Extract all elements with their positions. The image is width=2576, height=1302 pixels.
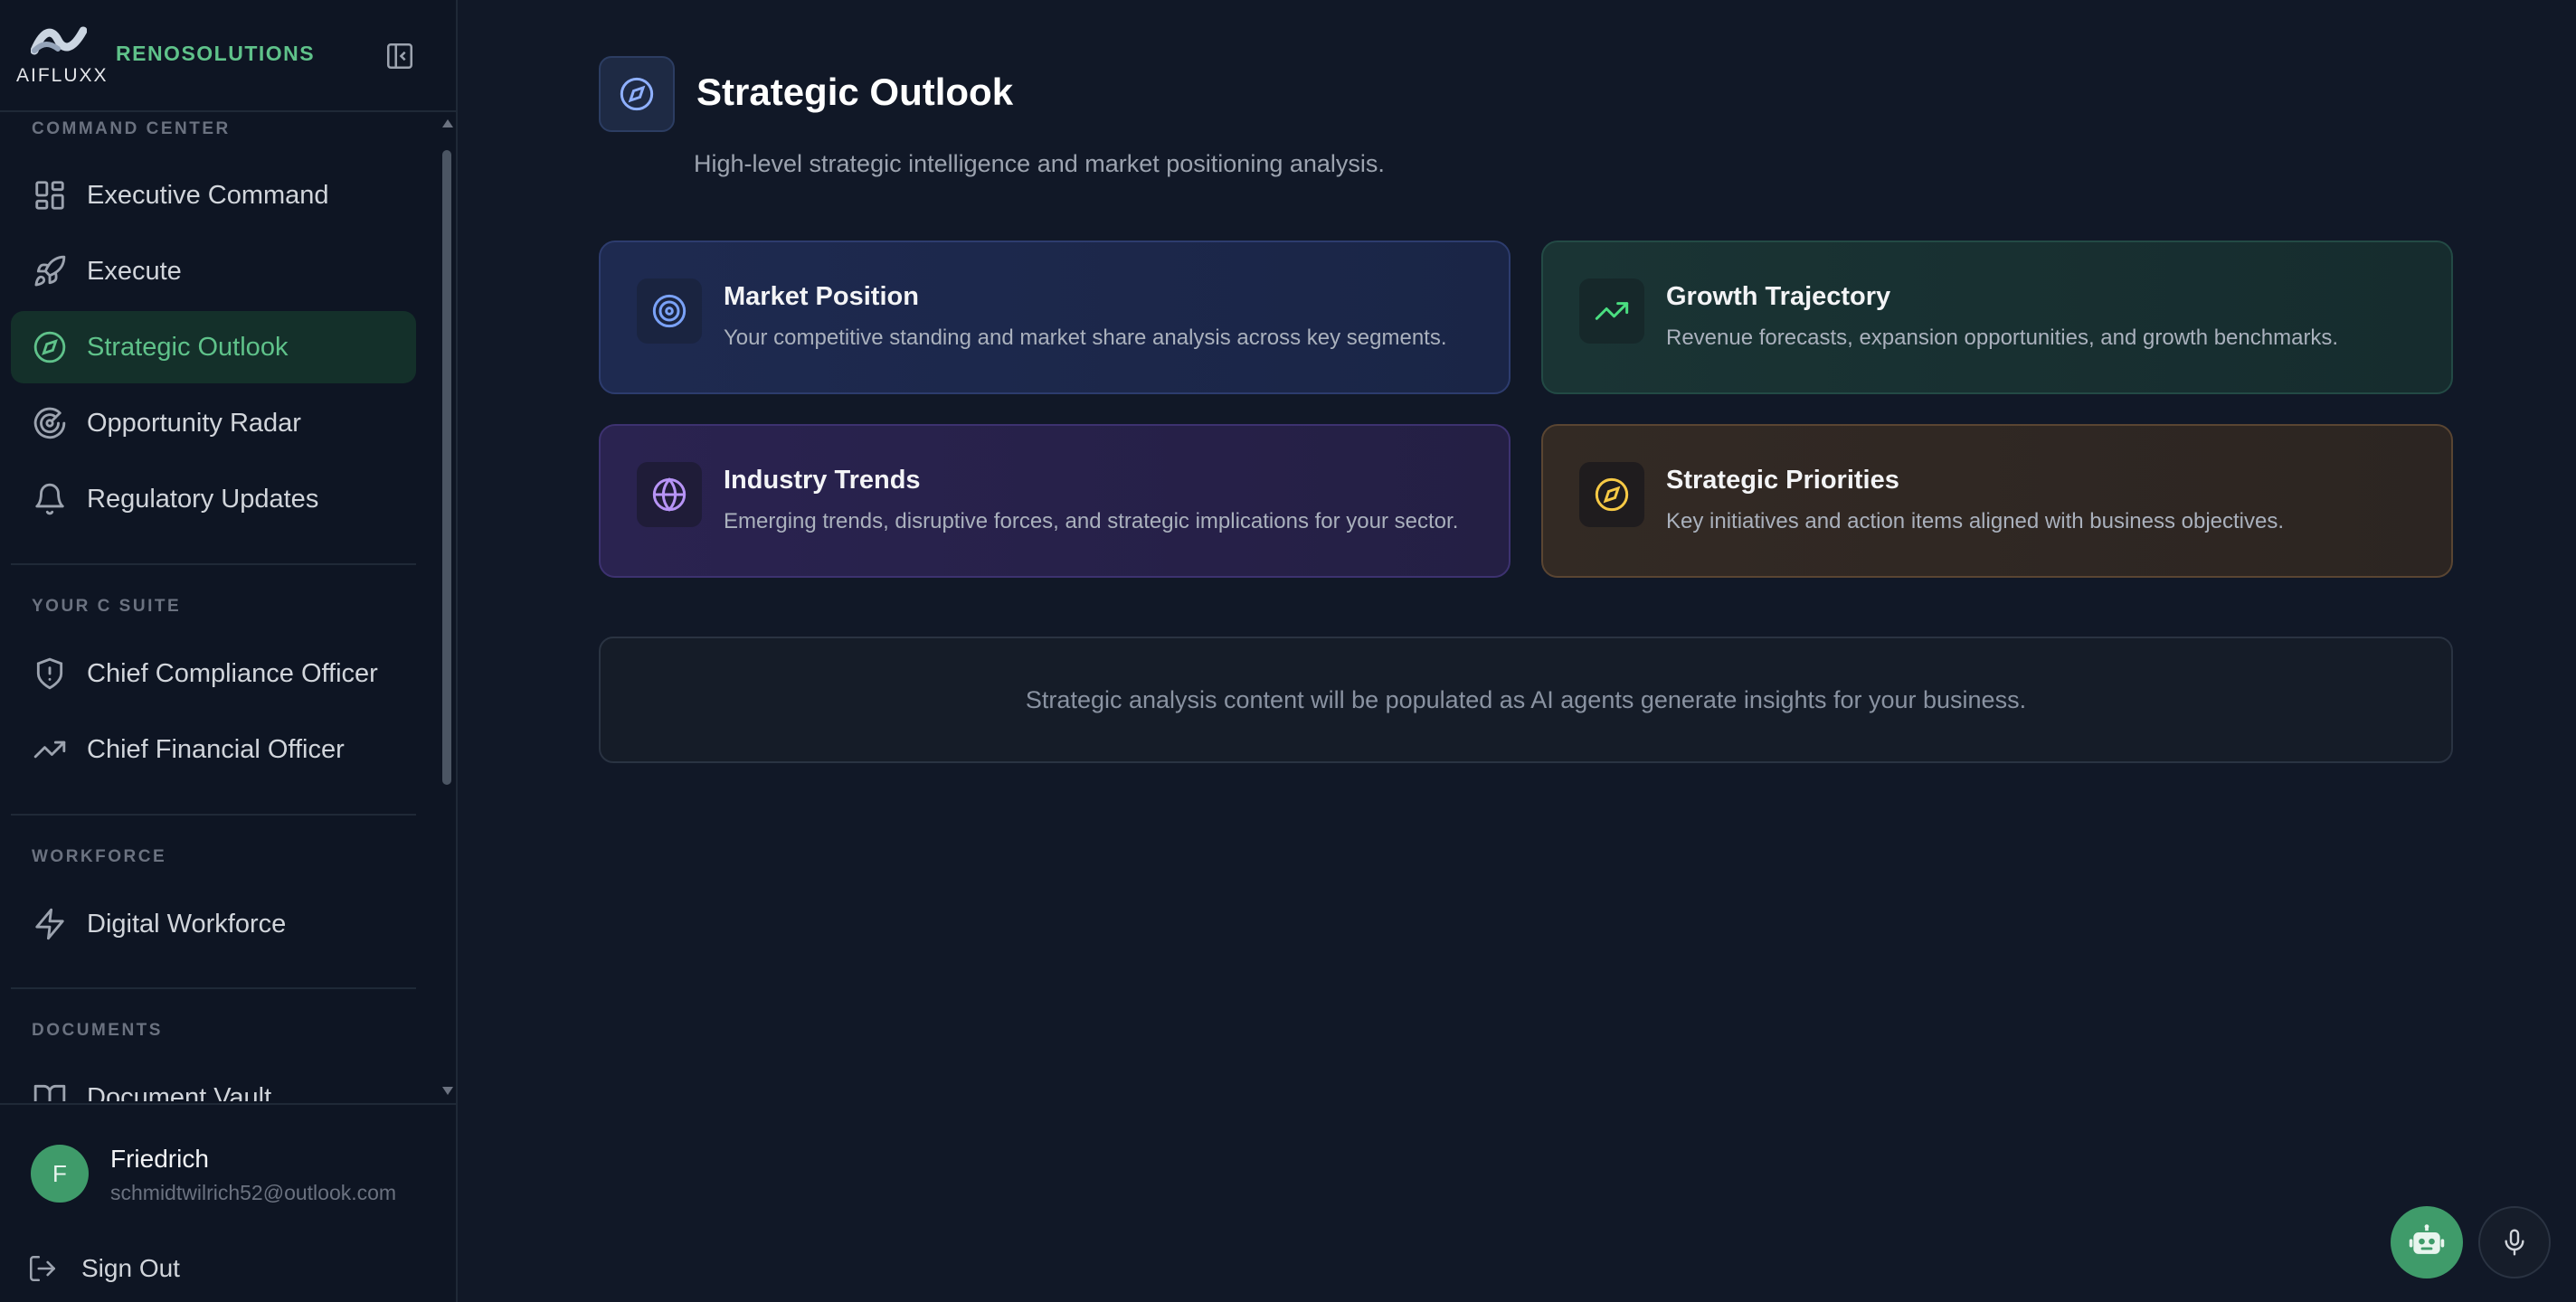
card-growth-trajectory[interactable]: Growth Trajectory Revenue forecasts, exp…	[1541, 241, 2453, 394]
organization-name: RENOSOLUTIONS	[116, 42, 316, 65]
page-title: Strategic Outlook	[696, 71, 1014, 113]
section-label-c-suite: YOUR C SUITE	[32, 597, 182, 616]
card-title: Market Position	[724, 282, 919, 311]
logo-text: AIFLUXX	[16, 65, 109, 86]
sidebar-item-label: Regulatory Updates	[87, 484, 319, 514]
user-email: schmidtwilrich52@outlook.com	[110, 1181, 397, 1204]
brand-header: AIFLUXX RENOSOLUTIONS	[0, 0, 456, 112]
scroll-down-arrow-icon[interactable]	[442, 1087, 453, 1095]
sidebar-item-label: Digital Workforce	[87, 909, 287, 939]
rocket-icon	[31, 252, 69, 290]
card-description: Revenue forecasts, expansion opportuniti…	[1666, 326, 2339, 350]
user-profile: F Friedrich schmidtwilrich52@outlook.com…	[0, 1103, 456, 1302]
trending-up-icon	[1579, 278, 1644, 344]
ai-assistant-button[interactable]	[2391, 1206, 2463, 1278]
sign-out-button[interactable]: Sign Out	[27, 1246, 407, 1291]
sidebar-item-label: Chief Financial Officer	[87, 734, 345, 764]
sidebar-item-execute[interactable]: Execute	[11, 235, 416, 307]
trending-up-icon	[31, 731, 69, 769]
collapse-sidebar-button[interactable]	[384, 40, 416, 72]
sidebar-item-document-vault[interactable]: Document Vault	[11, 1061, 416, 1101]
sidebar-item-executive-command[interactable]: Executive Command	[11, 159, 416, 231]
section-label-documents: DOCUMENTS	[32, 1021, 163, 1040]
sidebar-item-digital-workforce[interactable]: Digital Workforce	[11, 888, 416, 960]
compass-icon	[31, 328, 69, 366]
grid-icon	[31, 176, 69, 214]
sidebar-item-regulatory-updates[interactable]: Regulatory Updates	[11, 463, 416, 535]
sidebar-nav[interactable]: COMMAND CENTER Executive Command Execute…	[0, 114, 456, 1101]
user-name: Friedrich	[110, 1145, 209, 1173]
section-label-workforce: WORKFORCE	[32, 847, 167, 866]
sidebar-divider	[11, 563, 416, 565]
shield-icon	[31, 655, 69, 693]
page-subtitle: High-level strategic intelligence and ma…	[694, 150, 1385, 177]
robot-icon	[2409, 1224, 2445, 1254]
scrollbar-thumb[interactable]	[442, 150, 451, 785]
sidebar-item-label: Document Vault	[87, 1082, 272, 1102]
card-description: Key initiatives and action items aligned…	[1666, 509, 2285, 533]
sidebar-item-label: Executive Command	[87, 180, 329, 210]
sidebar-item-strategic-outlook[interactable]: Strategic Outlook	[11, 311, 416, 383]
section-label-command-center: COMMAND CENTER	[32, 119, 231, 138]
sign-out-icon	[29, 1255, 56, 1282]
card-description: Your competitive standing and market sha…	[724, 326, 1447, 350]
page-icon	[599, 56, 675, 132]
card-title: Industry Trends	[724, 466, 921, 495]
card-title: Strategic Priorities	[1666, 466, 1899, 495]
card-market-position[interactable]: Market Position Your competitive standin…	[599, 241, 1511, 394]
card-description: Emerging trends, disruptive forces, and …	[724, 509, 1459, 533]
card-industry-trends[interactable]: Industry Trends Emerging trends, disrupt…	[599, 424, 1511, 578]
card-strategic-priorities[interactable]: Strategic Priorities Key initiatives and…	[1541, 424, 2453, 578]
sidebar-item-label: Strategic Outlook	[87, 332, 289, 362]
aifluxx-logo-icon	[31, 26, 87, 55]
radar-icon	[31, 404, 69, 442]
placeholder-text: Strategic analysis content will be popul…	[1025, 685, 2027, 713]
placeholder-message: Strategic analysis content will be popul…	[599, 637, 2453, 763]
voice-input-button[interactable]	[2478, 1206, 2551, 1278]
sidebar-item-chief-financial-officer[interactable]: Chief Financial Officer	[11, 713, 416, 786]
sidebar: AIFLUXX RENOSOLUTIONS COMMAND CENTER Exe…	[0, 0, 458, 1302]
microphone-icon	[2505, 1229, 2524, 1256]
sidebar-divider	[11, 814, 416, 816]
sidebar-item-label: Opportunity Radar	[87, 408, 301, 438]
sidebar-item-label: Chief Compliance Officer	[87, 658, 378, 688]
compass-icon	[1579, 462, 1644, 527]
lightning-icon	[31, 905, 69, 943]
sidebar-item-chief-compliance-officer[interactable]: Chief Compliance Officer	[11, 637, 416, 710]
bell-icon	[31, 480, 69, 518]
sign-out-label: Sign Out	[81, 1254, 180, 1282]
book-icon	[31, 1079, 69, 1101]
avatar[interactable]: F	[31, 1145, 89, 1203]
compass-icon	[620, 77, 654, 111]
sidebar-item-label: Execute	[87, 256, 182, 286]
sidebar-divider	[11, 987, 416, 989]
scroll-up-arrow-icon[interactable]	[442, 119, 453, 127]
globe-icon	[637, 462, 702, 527]
sidebar-item-opportunity-radar[interactable]: Opportunity Radar	[11, 387, 416, 459]
target-icon	[637, 278, 702, 344]
card-title: Growth Trajectory	[1666, 282, 1891, 311]
sidebar-collapse-icon	[386, 42, 413, 70]
